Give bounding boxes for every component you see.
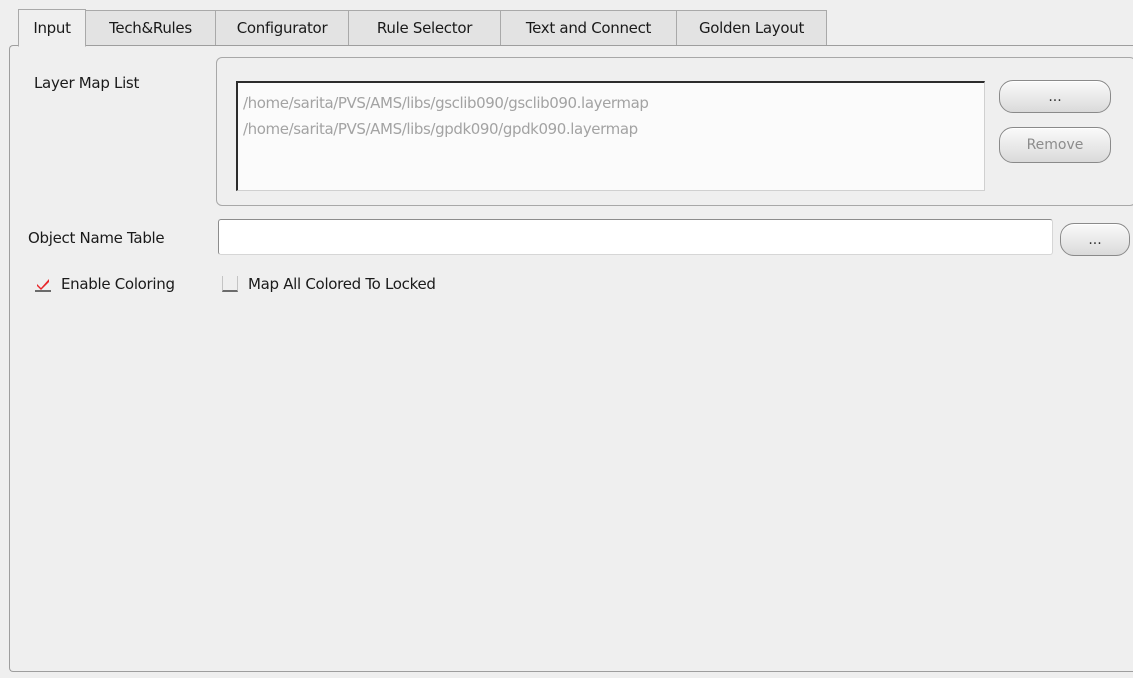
map-all-colored-label: Map All Colored To Locked: [248, 275, 436, 293]
tab-tech-rules[interactable]: Tech&Rules: [86, 10, 216, 46]
layer-map-list-label: Layer Map List: [34, 74, 140, 92]
tab-text-and-connect[interactable]: Text and Connect: [501, 10, 677, 46]
enable-coloring-checkbox-row[interactable]: Enable Coloring: [35, 275, 175, 293]
tab-golden-layout[interactable]: Golden Layout: [677, 10, 827, 46]
object-name-table-label: Object Name Table: [28, 229, 165, 247]
checkmark-icon: [37, 279, 49, 290]
map-all-colored-checkbox[interactable]: [222, 276, 238, 292]
layer-map-group: /home/sarita/PVS/AMS/libs/gsclib090/gscl…: [216, 57, 1133, 206]
layer-map-list[interactable]: /home/sarita/PVS/AMS/libs/gsclib090/gscl…: [236, 81, 985, 191]
pvs-input-window: Input Tech&Rules Configurator Rule Selec…: [0, 0, 1133, 678]
tab-input[interactable]: Input: [18, 9, 86, 47]
layer-map-item[interactable]: /home/sarita/PVS/AMS/libs/gpdk090/gpdk09…: [243, 116, 984, 142]
layer-map-browse-button[interactable]: ...: [999, 80, 1111, 113]
map-all-colored-checkbox-row[interactable]: Map All Colored To Locked: [222, 275, 436, 293]
layer-map-remove-button[interactable]: Remove: [999, 127, 1111, 163]
enable-coloring-label: Enable Coloring: [61, 275, 175, 293]
tab-configurator[interactable]: Configurator: [216, 10, 349, 46]
tab-bar: Input Tech&Rules Configurator Rule Selec…: [18, 9, 827, 47]
tab-rule-selector[interactable]: Rule Selector: [349, 10, 501, 46]
object-name-table-browse-button[interactable]: ...: [1060, 223, 1130, 256]
object-name-table-input[interactable]: [218, 219, 1053, 255]
enable-coloring-checkbox[interactable]: [35, 276, 51, 292]
input-tab-panel: Layer Map List /home/sarita/PVS/AMS/libs…: [9, 45, 1133, 672]
layer-map-item[interactable]: /home/sarita/PVS/AMS/libs/gsclib090/gscl…: [243, 90, 984, 116]
